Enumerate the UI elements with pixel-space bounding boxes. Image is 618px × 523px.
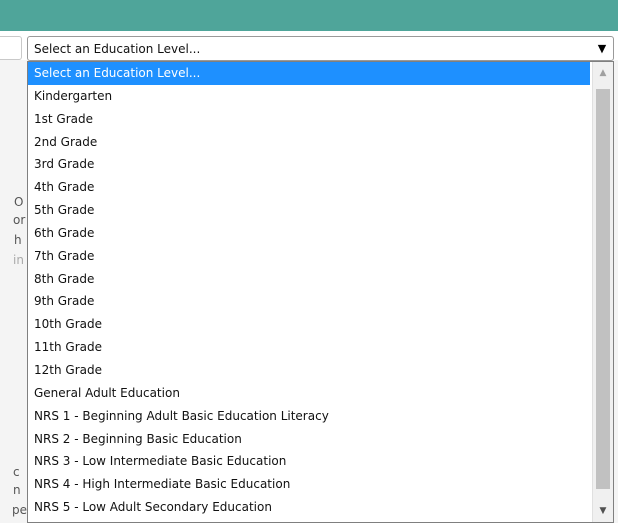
- dropdown-option[interactable]: 9th Grade: [28, 290, 590, 313]
- dropdown-option[interactable]: 10th Grade: [28, 313, 590, 336]
- background-text-fragment: h: [14, 233, 22, 247]
- dropdown-option[interactable]: 12th Grade: [28, 359, 590, 382]
- background-text-fragment: n: [13, 483, 21, 497]
- scroll-up-icon[interactable]: ▲: [593, 64, 613, 82]
- dropdown-option[interactable]: NRS 2 - Beginning Basic Education: [28, 428, 590, 451]
- dropdown-option[interactable]: 6th Grade: [28, 222, 590, 245]
- dropdown-option[interactable]: NRS 3 - Low Intermediate Basic Education: [28, 450, 590, 473]
- triangle-down-icon[interactable]: ▼: [591, 42, 613, 55]
- dropdown-option[interactable]: NRS 1 - Beginning Adult Basic Education …: [28, 405, 590, 428]
- dropdown-option[interactable]: 7th Grade: [28, 245, 590, 268]
- partial-input-field[interactable]: [0, 36, 22, 60]
- background-text-fragment: c: [13, 465, 20, 479]
- dropdown-option[interactable]: 1st Grade: [28, 108, 590, 131]
- dropdown-option[interactable]: 4th Grade: [28, 176, 590, 199]
- dropdown-option[interactable]: Kindergarten: [28, 85, 590, 108]
- option-list: Select an Education Level... Kindergarten…: [28, 62, 590, 519]
- dropdown-option[interactable]: 8th Grade: [28, 268, 590, 291]
- background-text-fragment: O: [14, 195, 24, 209]
- dropdown-option[interactable]: 2nd Grade: [28, 131, 590, 154]
- background-text-fragment: in: [13, 253, 24, 267]
- scrollbar-thumb[interactable]: [596, 89, 610, 489]
- dropdown-option[interactable]: Select an Education Level...: [28, 62, 590, 85]
- dropdown-option[interactable]: NRS 4 - High Intermediate Basic Educatio…: [28, 473, 590, 496]
- background-text-fragment: or: [13, 213, 26, 227]
- dropdown-option[interactable]: 11th Grade: [28, 336, 590, 359]
- education-level-select[interactable]: Select an Education Level... ▼: [27, 36, 614, 61]
- select-value: Select an Education Level...: [34, 41, 201, 56]
- scrollbar[interactable]: ▲ ▼: [592, 62, 613, 522]
- dropdown-option[interactable]: 3rd Grade: [28, 153, 590, 176]
- dropdown-option[interactable]: NRS 5 - Low Adult Secondary Education: [28, 496, 590, 519]
- dropdown-option[interactable]: 5th Grade: [28, 199, 590, 222]
- page-header-bar: [0, 0, 618, 31]
- scroll-down-icon[interactable]: ▼: [593, 502, 613, 520]
- education-level-dropdown[interactable]: Select an Education Level... Kindergarten…: [27, 61, 614, 523]
- background-text-fragment: pe: [12, 503, 27, 517]
- page: O or h in c n pe Select an Education Lev…: [0, 0, 618, 523]
- dropdown-option[interactable]: General Adult Education: [28, 382, 590, 405]
